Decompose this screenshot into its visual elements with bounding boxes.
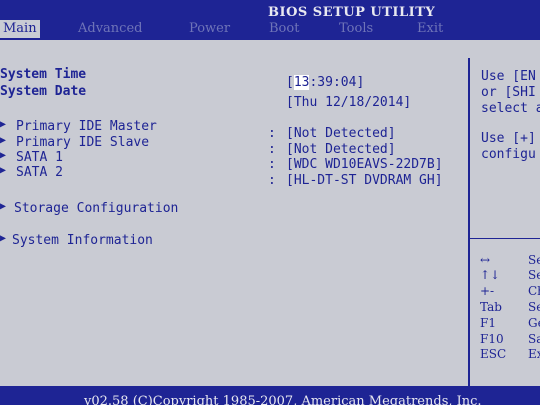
primary-ide-master-sep: : <box>268 126 276 141</box>
tab-power[interactable]: Power <box>186 20 233 38</box>
key-desc: Ex <box>528 347 540 361</box>
f1-key: F1 <box>480 316 496 330</box>
arrow-right-icon: ▶ <box>0 150 7 161</box>
help-line-3: select a <box>481 101 540 116</box>
arrow-right-icon: ▶ <box>0 119 7 130</box>
system-time-rest: :39:04] <box>309 75 365 90</box>
sata1-value: [WDC WD10EAVS-22D7B] <box>286 157 443 172</box>
help-line-5: Use [+] <box>481 131 536 146</box>
plus-minus-key: +- <box>480 284 495 298</box>
system-time-label[interactable]: System Time <box>0 67 86 82</box>
system-time-open: [ <box>286 75 294 90</box>
sata1-label[interactable]: SATA 1 <box>16 150 63 165</box>
menu-bar: Main Advanced Power Boot Tools Exit <box>0 18 540 40</box>
primary-ide-master-value: [Not Detected] <box>286 126 396 141</box>
help-line-6: configu <box>481 147 536 162</box>
help-line-1: Use [EN <box>481 69 536 84</box>
f10-key: F10 <box>480 332 504 346</box>
footer-bar: v02.58 (C)Copyright 1985-2007, American … <box>0 386 540 405</box>
title-bar: BIOS SETUP UTILITY <box>0 0 540 20</box>
panel-divider <box>468 58 470 386</box>
left-right-arrow-icon: ↔ <box>480 253 491 267</box>
sata2-label[interactable]: SATA 2 <box>16 165 63 180</box>
key-desc: Se <box>528 300 540 314</box>
sata1-sep: : <box>268 157 276 172</box>
tab-tools[interactable]: Tools <box>336 20 376 38</box>
sata2-value: [HL-DT-ST DVDRAM GH] <box>286 173 443 188</box>
tab-boot[interactable]: Boot <box>266 20 302 38</box>
up-down-arrow-icon: ↑↓ <box>480 268 501 282</box>
tab-main[interactable]: Main <box>0 20 40 38</box>
panel-top-border <box>0 40 540 58</box>
bios-screen: BIOS SETUP UTILITY Main Advanced Power B… <box>0 0 540 405</box>
system-date-label[interactable]: System Date <box>0 84 86 99</box>
key-desc: Sa <box>528 332 540 346</box>
primary-ide-slave-value: [Not Detected] <box>286 142 396 157</box>
primary-ide-slave-label[interactable]: Primary IDE Slave <box>16 135 149 150</box>
system-date-value[interactable]: [Thu 12/18/2014] <box>286 95 411 110</box>
key-desc: Se <box>528 268 540 282</box>
help-divider <box>470 238 540 239</box>
arrow-right-icon: ▶ <box>0 135 7 146</box>
primary-ide-slave-sep: : <box>268 142 276 157</box>
esc-key: ESC <box>480 347 507 361</box>
primary-ide-master-label[interactable]: Primary IDE Master <box>16 119 157 134</box>
arrow-right-icon: ▶ <box>0 233 7 244</box>
sata2-sep: : <box>268 173 276 188</box>
arrow-right-icon: ▶ <box>0 165 7 176</box>
system-time-value[interactable]: [13:39:04] <box>286 75 364 90</box>
tab-advanced[interactable]: Advanced <box>75 20 145 38</box>
arrow-right-icon: ▶ <box>0 201 7 212</box>
tab-exit[interactable]: Exit <box>414 20 446 38</box>
storage-configuration-item[interactable]: Storage Configuration <box>14 201 178 216</box>
copyright-text: v02.58 (C)Copyright 1985-2007, American … <box>84 394 482 405</box>
system-time-hour[interactable]: 13 <box>293 75 310 90</box>
system-information-item[interactable]: System Information <box>12 233 153 248</box>
key-desc: Ch <box>528 284 540 298</box>
tab-key: Tab <box>480 300 502 314</box>
help-line-2: or [SHI <box>481 85 536 100</box>
key-desc: Ge <box>528 316 540 330</box>
key-desc: Se <box>528 253 540 267</box>
